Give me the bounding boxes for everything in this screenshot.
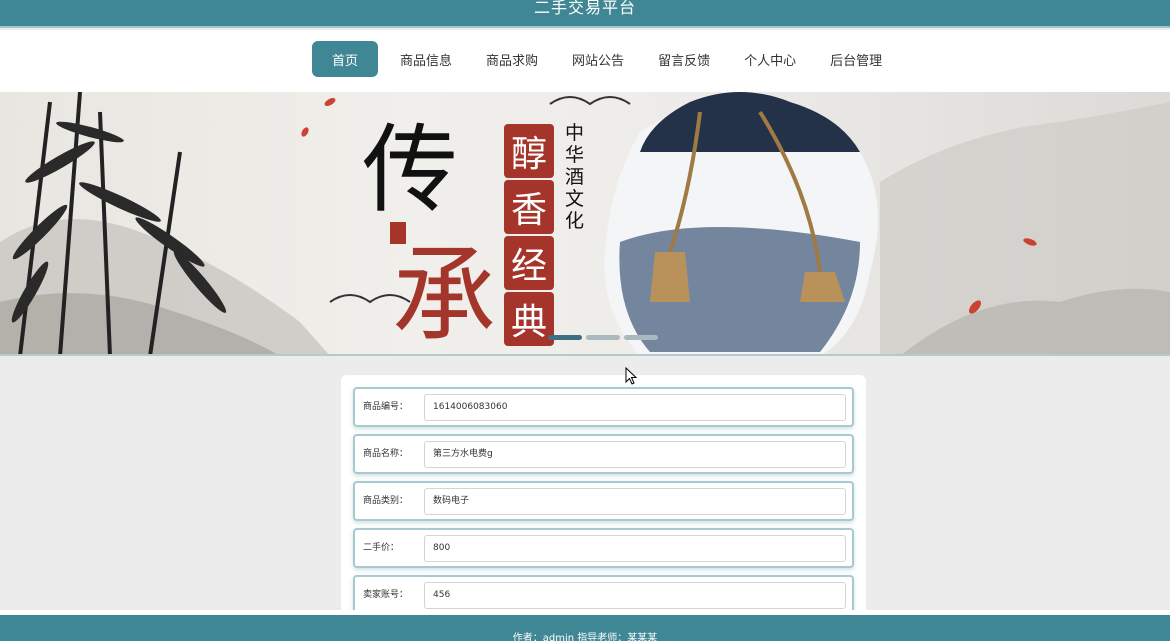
top-header-bar: 二手交易平台 [0, 0, 1170, 28]
nav-item-personal-center[interactable]: 个人中心 [732, 41, 808, 77]
nav-list: 首页 商品信息 商品求购 网站公告 留言反馈 个人中心 后台管理 [312, 41, 904, 77]
field-row-seller-account: 卖家账号： 456 [353, 575, 854, 615]
field-row-product-id: 商品编号： 1614006083060 [353, 387, 854, 427]
field-label: 商品编号： [363, 402, 409, 412]
banner-carousel[interactable]: 传 承 醇 香 经 典 中华酒文化 [0, 92, 1170, 356]
site-title: 二手交易平台 [533, 0, 636, 17]
footer-text: 作者：admin 指导老师：某某某 [512, 633, 658, 641]
nav-item-product-info[interactable]: 商品信息 [388, 41, 464, 77]
field-row-product-name: 商品名称： 第三方水电费g [353, 434, 854, 474]
product-category-input[interactable]: 数码电子 [424, 488, 846, 515]
seller-account-input[interactable]: 456 [424, 582, 846, 609]
carousel-dot-active[interactable] [548, 335, 582, 340]
mouse-cursor-icon [625, 367, 638, 385]
product-name-input[interactable]: 第三方水电费g [424, 441, 846, 468]
field-label: 商品类别： [363, 496, 409, 506]
nav-item-announcements[interactable]: 网站公告 [560, 41, 636, 77]
nav-item-admin[interactable]: 后台管理 [818, 41, 894, 77]
page-footer: 作者：admin 指导老师：某某某 [0, 610, 1170, 641]
banner-big-char-2: 承 [392, 234, 497, 356]
product-id-input[interactable]: 1614006083060 [424, 394, 846, 421]
product-detail-card: 商品编号： 1614006083060 商品名称： 第三方水电费g 商品类别： … [341, 375, 866, 615]
field-label: 二手价： [363, 543, 400, 553]
seal-char: 经 [504, 236, 554, 290]
carousel-dot[interactable] [586, 335, 620, 340]
carousel-dot[interactable] [624, 335, 658, 340]
seal-char: 醇 [504, 124, 554, 178]
field-label: 商品名称： [363, 449, 409, 459]
nav-item-feedback[interactable]: 留言反馈 [646, 41, 722, 77]
main-navigation: 首页 商品信息 商品求购 网站公告 留言反馈 个人中心 后台管理 [0, 30, 1170, 92]
nav-item-product-wanted[interactable]: 商品求购 [474, 41, 550, 77]
field-row-product-category: 商品类别： 数码电子 [353, 481, 854, 521]
field-row-used-price: 二手价： 800 [353, 528, 854, 568]
seal-char: 香 [504, 180, 554, 234]
banner-vertical-text: 中华酒文化 [565, 122, 585, 232]
nav-item-home[interactable]: 首页 [312, 41, 379, 77]
carousel-indicators [548, 335, 662, 340]
field-label: 卖家账号： [363, 590, 409, 600]
seal-char: 典 [504, 292, 554, 346]
used-price-input[interactable]: 800 [424, 535, 846, 562]
